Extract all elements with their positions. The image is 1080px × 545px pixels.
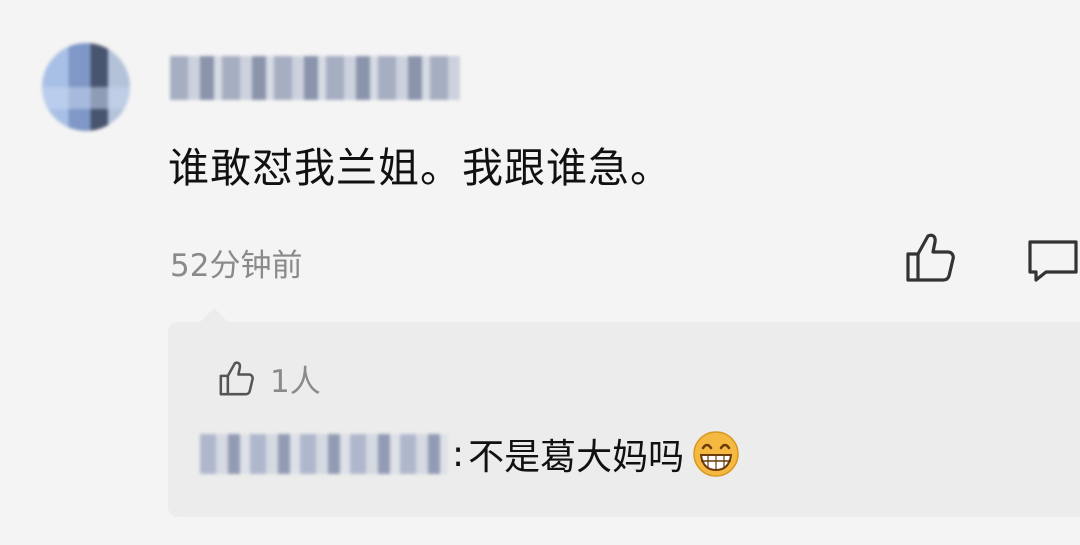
reply-username-blurred[interactable] xyxy=(200,434,448,474)
reply-separator: : xyxy=(452,433,465,475)
reply-like-count: 1人 xyxy=(270,363,321,400)
thumbs-up-icon xyxy=(906,233,955,282)
reply-text: 不是葛大妈吗 xyxy=(468,437,685,478)
like-button[interactable] xyxy=(904,230,958,284)
reply-container xyxy=(168,308,1080,517)
comment-bubble-icon xyxy=(1028,240,1078,282)
comment-text: 谁敢怼我兰姐。我跟谁急。 xyxy=(168,144,672,192)
reply-like-summary[interactable]: 1人 xyxy=(218,358,321,400)
avatar[interactable] xyxy=(42,43,130,131)
grinning-face-emoji xyxy=(693,431,739,477)
reply-button[interactable] xyxy=(1026,238,1080,284)
username-blurred[interactable] xyxy=(170,56,460,100)
comment-timestamp: 52分钟前 xyxy=(170,248,303,284)
thumbs-up-icon xyxy=(219,361,254,396)
reply-item[interactable]: : 不是葛大妈吗 xyxy=(200,428,740,480)
